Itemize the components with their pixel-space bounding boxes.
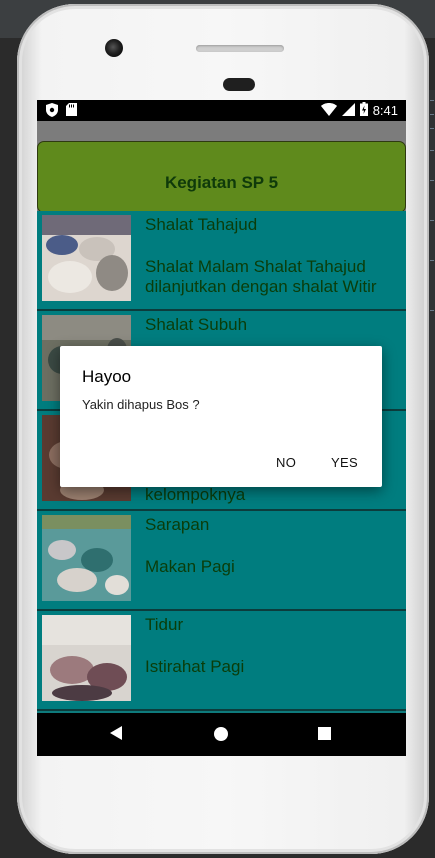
- confirm-delete-dialog: Hayoo Yakin dihapus Bos ? NO YES: [60, 346, 382, 487]
- proximity-sensor: [223, 78, 255, 91]
- device-screen: 8:41 Kegiatan SP 5 Shalat Tahajud Shalat…: [37, 100, 406, 756]
- front-camera: [105, 39, 123, 57]
- earpiece-speaker: [196, 45, 284, 52]
- yes-button[interactable]: YES: [331, 455, 358, 470]
- dialog-title: Hayoo: [82, 367, 132, 386]
- ide-code-gutter: [429, 90, 435, 420]
- no-button[interactable]: NO: [276, 455, 296, 470]
- dialog-message: Yakin dihapus Bos ?: [82, 397, 200, 412]
